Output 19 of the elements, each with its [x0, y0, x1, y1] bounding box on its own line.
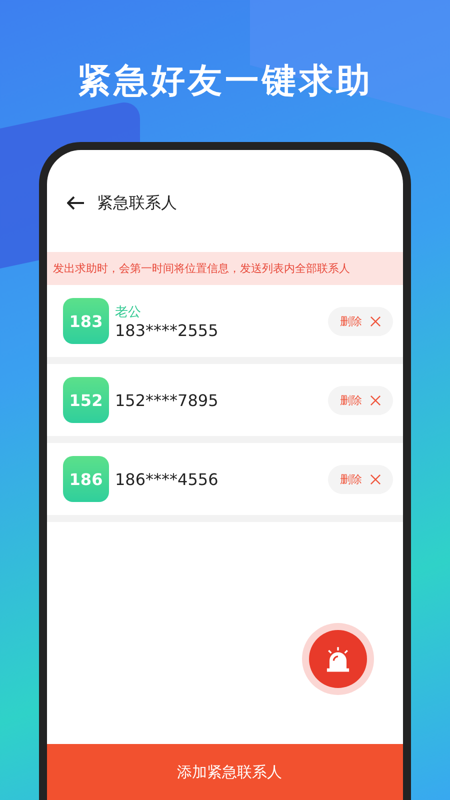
- contact-name: 老公: [115, 304, 142, 320]
- contact-phone: 152****7895: [115, 390, 220, 410]
- delete-button[interactable]: 删除: [328, 464, 393, 494]
- contact-phone: 186****4556: [115, 470, 220, 488]
- screen-title: 紧急联系人: [97, 192, 177, 214]
- close-icon: [370, 316, 381, 326]
- contact-phone: 183****2555: [115, 320, 220, 340]
- contact-avatar: 186: [63, 456, 109, 502]
- delete-button[interactable]: 删除: [328, 386, 393, 414]
- add-contact-button[interactable]: 添加紧急联系人: [47, 744, 403, 800]
- notice-banner: 发出求助时，会第一时间将位置信息，发送列表内全部联系人: [47, 252, 403, 285]
- close-icon: [370, 394, 381, 406]
- contact-avatar: 152: [63, 377, 109, 423]
- alarm-button[interactable]: [309, 630, 367, 688]
- contact-avatar: 183: [63, 298, 109, 344]
- delete-button[interactable]: 删除: [328, 306, 393, 336]
- close-icon: [370, 474, 381, 484]
- headline: 紧急好友一键求助: [77, 60, 373, 103]
- back-arrow-icon[interactable]: [67, 196, 85, 210]
